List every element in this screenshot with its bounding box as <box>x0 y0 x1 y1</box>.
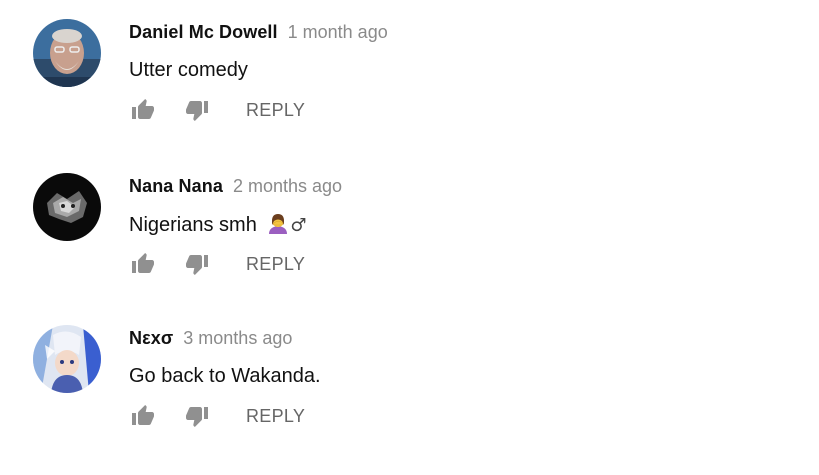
comment-header: Nana Nana 2 months ago <box>129 173 342 199</box>
comment-text: Utter comedy <box>129 57 248 83</box>
like-button[interactable] <box>128 95 158 125</box>
thumb-down-icon <box>186 101 208 121</box>
comment-header: Daniel Mc Dowell 1 month ago <box>129 19 388 45</box>
comment-item: Daniel Mc Dowell 1 month ago Utter comedy… <box>0 19 819 169</box>
avatar[interactable] <box>33 173 101 241</box>
reply-button[interactable]: REPLY <box>246 100 305 121</box>
author-name[interactable]: Daniel Mc Dowell <box>129 22 278 42</box>
timestamp[interactable]: 1 month ago <box>288 22 388 42</box>
timestamp[interactable]: 2 months ago <box>233 176 342 196</box>
comment-item: Nεxσ 3 months ago Go back to Wakanda. REP… <box>0 325 819 475</box>
like-button[interactable] <box>128 249 158 279</box>
thumb-up-icon <box>132 99 154 119</box>
dislike-button[interactable] <box>182 95 212 125</box>
male-sign-glyph: ♂ <box>290 215 307 236</box>
comment-text-content: Utter comedy <box>129 59 248 81</box>
timestamp[interactable]: 3 months ago <box>183 328 292 348</box>
comment-text-content: Nigerians smh <box>129 214 257 236</box>
thumb-up-icon <box>132 253 154 273</box>
thumb-down-icon <box>186 407 208 427</box>
author-name[interactable]: Nεxσ <box>129 328 173 348</box>
thumb-up-icon <box>132 405 154 425</box>
comment-actions: REPLY <box>128 401 305 431</box>
comment-text-content: Go back to Wakanda. <box>129 365 321 387</box>
reply-button[interactable]: REPLY <box>246 406 305 427</box>
reply-button[interactable]: REPLY <box>246 254 305 275</box>
comment-item: Nana Nana 2 months ago Nigerians smh ♂ RE… <box>0 173 819 323</box>
comment-text: Go back to Wakanda. <box>129 363 321 389</box>
avatar[interactable] <box>33 19 101 87</box>
comment-header: Nεxσ 3 months ago <box>129 325 292 351</box>
dislike-button[interactable] <box>182 249 212 279</box>
comment-actions: REPLY <box>128 95 305 125</box>
thumb-down-icon <box>186 255 208 275</box>
comment-actions: REPLY <box>128 249 305 279</box>
woman-facepalming-icon <box>266 211 290 235</box>
author-name[interactable]: Nana Nana <box>129 176 223 196</box>
avatar[interactable] <box>33 325 101 393</box>
like-button[interactable] <box>128 401 158 431</box>
dislike-button[interactable] <box>182 401 212 431</box>
comment-text: Nigerians smh ♂ <box>129 211 307 239</box>
